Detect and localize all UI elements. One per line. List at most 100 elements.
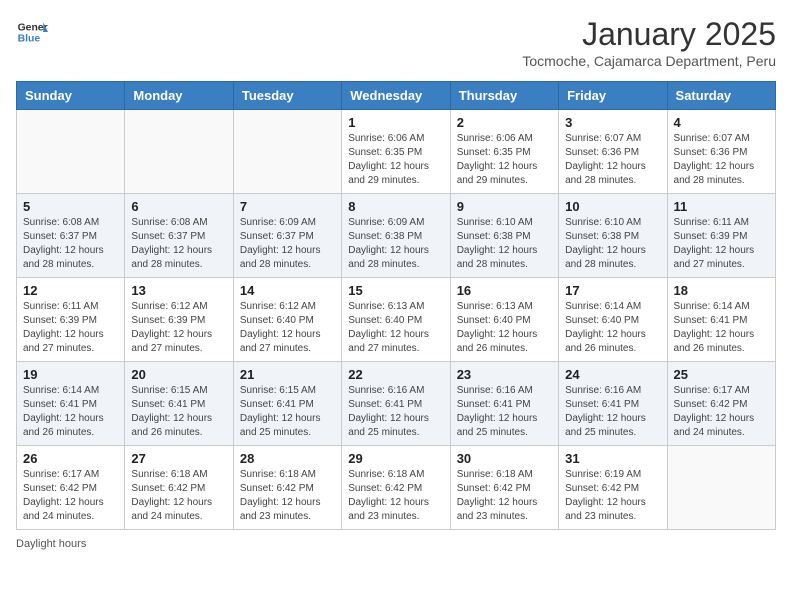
day-info: Sunrise: 6:14 AM Sunset: 6:41 PM Dayligh… — [674, 300, 769, 356]
calendar-cell: 9 Sunrise: 6:10 AM Sunset: 6:38 PM Daylig… — [450, 194, 558, 278]
day-info: Sunrise: 6:10 AM Sunset: 6:38 PM Dayligh… — [457, 216, 552, 272]
calendar-week-2: 5 Sunrise: 6:08 AM Sunset: 6:37 PM Daylig… — [17, 194, 776, 278]
calendar-cell — [125, 110, 233, 194]
day-info: Sunrise: 6:19 AM Sunset: 6:42 PM Dayligh… — [565, 468, 660, 524]
day-number: 11 — [674, 199, 769, 214]
calendar-cell: 14Sunrise: 6:12 AM Sunset: 6:40 PM Dayli… — [233, 278, 341, 362]
calendar-cell: 6 Sunrise: 6:08 AM Sunset: 6:37 PM Daylig… — [125, 194, 233, 278]
day-info: Sunrise: 6:11 AM Sunset: 6:39 PM Dayligh… — [674, 216, 769, 272]
day-info: Sunrise: 6:09 AM Sunset: 6:37 PM Dayligh… — [240, 216, 335, 272]
day-number: 24 — [565, 367, 660, 382]
calendar-cell: 5 Sunrise: 6:08 AM Sunset: 6:37 PM Daylig… — [17, 194, 125, 278]
day-info: Sunrise: 6:07 AM Sunset: 6:36 PM Dayligh… — [565, 132, 660, 188]
day-info: Sunrise: 6:11 AM Sunset: 6:39 PM Dayligh… — [23, 300, 118, 356]
svg-text:Blue: Blue — [18, 34, 41, 45]
weekday-sunday: Sunday — [17, 82, 125, 110]
day-info: Sunrise: 6:08 AM Sunset: 6:37 PM Dayligh… — [131, 216, 226, 272]
title-block: January 2025 Tocmoche, Cajamarca Departm… — [522, 16, 776, 69]
calendar-cell: 7 Sunrise: 6:09 AM Sunset: 6:37 PM Daylig… — [233, 194, 341, 278]
day-info: Sunrise: 6:12 AM Sunset: 6:40 PM Dayligh… — [240, 300, 335, 356]
page-header: General Blue January 2025 Tocmoche, Caja… — [16, 16, 776, 69]
daylight-label: Daylight hours — [16, 538, 86, 550]
day-number: 28 — [240, 451, 335, 466]
calendar-cell: 16 Sunrise: 6:13 AM Sunset: 6:40 PM Dayli… — [450, 278, 558, 362]
day-number: 8 — [348, 199, 443, 214]
day-number: 25 — [674, 367, 769, 382]
day-info: Sunrise: 6:06 AM Sunset: 6:35 PM Dayligh… — [457, 132, 552, 188]
calendar-cell: 2 Sunrise: 6:06 AM Sunset: 6:35 PM Daylig… — [450, 110, 558, 194]
calendar-cell: 18 Sunrise: 6:14 AM Sunset: 6:41 PM Dayli… — [667, 278, 775, 362]
day-number: 9 — [457, 199, 552, 214]
calendar-cell: 30Sunrise: 6:18 AM Sunset: 6:42 PM Dayli… — [450, 446, 558, 530]
calendar-cell: 12 Sunrise: 6:11 AM Sunset: 6:39 PM Dayli… — [17, 278, 125, 362]
day-number: 3 — [565, 115, 660, 130]
day-info: Sunrise: 6:13 AM Sunset: 6:40 PM Dayligh… — [348, 300, 443, 356]
day-info: Sunrise: 6:12 AM Sunset: 6:39 PM Dayligh… — [131, 300, 226, 356]
calendar-cell: 31Sunrise: 6:19 AM Sunset: 6:42 PM Dayli… — [559, 446, 667, 530]
day-info: Sunrise: 6:13 AM Sunset: 6:40 PM Dayligh… — [457, 300, 552, 356]
calendar-cell: 13 Sunrise: 6:12 AM Sunset: 6:39 PM Dayli… — [125, 278, 233, 362]
day-number: 12 — [23, 283, 118, 298]
day-info: Sunrise: 6:17 AM Sunset: 6:42 PM Dayligh… — [674, 384, 769, 440]
day-number: 2 — [457, 115, 552, 130]
calendar-table: SundayMondayTuesdayWednesdayThursdayFrid… — [16, 81, 776, 530]
calendar-week-4: 19Sunrise: 6:14 AM Sunset: 6:41 PM Dayli… — [17, 362, 776, 446]
day-number: 15 — [348, 283, 443, 298]
day-info: Sunrise: 6:17 AM Sunset: 6:42 PM Dayligh… — [23, 468, 118, 524]
weekday-saturday: Saturday — [667, 82, 775, 110]
day-number: 5 — [23, 199, 118, 214]
calendar-cell — [17, 110, 125, 194]
calendar-cell: 17Sunrise: 6:14 AM Sunset: 6:40 PM Dayli… — [559, 278, 667, 362]
weekday-monday: Monday — [125, 82, 233, 110]
day-number: 23 — [457, 367, 552, 382]
calendar-week-5: 26 Sunrise: 6:17 AM Sunset: 6:42 PM Dayli… — [17, 446, 776, 530]
weekday-header-row: SundayMondayTuesdayWednesdayThursdayFrid… — [17, 82, 776, 110]
day-number: 30 — [457, 451, 552, 466]
day-number: 27 — [131, 451, 226, 466]
month-title: January 2025 — [522, 16, 776, 53]
calendar-cell: 15 Sunrise: 6:13 AM Sunset: 6:40 PM Dayli… — [342, 278, 450, 362]
day-info: Sunrise: 6:15 AM Sunset: 6:41 PM Dayligh… — [131, 384, 226, 440]
day-number: 18 — [674, 283, 769, 298]
day-number: 10 — [565, 199, 660, 214]
day-number: 1 — [348, 115, 443, 130]
calendar-cell: 27Sunrise: 6:18 AM Sunset: 6:42 PM Dayli… — [125, 446, 233, 530]
logo-icon: General Blue — [16, 16, 48, 48]
calendar-week-1: 1 Sunrise: 6:06 AM Sunset: 6:35 PM Daylig… — [17, 110, 776, 194]
day-info: Sunrise: 6:18 AM Sunset: 6:42 PM Dayligh… — [348, 468, 443, 524]
calendar-cell: 8Sunrise: 6:09 AM Sunset: 6:38 PM Daylig… — [342, 194, 450, 278]
weekday-thursday: Thursday — [450, 82, 558, 110]
calendar-cell: 4Sunrise: 6:07 AM Sunset: 6:36 PM Daylig… — [667, 110, 775, 194]
calendar-cell: 23 Sunrise: 6:16 AM Sunset: 6:41 PM Dayli… — [450, 362, 558, 446]
calendar-cell: 10Sunrise: 6:10 AM Sunset: 6:38 PM Dayli… — [559, 194, 667, 278]
calendar-cell: 22 Sunrise: 6:16 AM Sunset: 6:41 PM Dayli… — [342, 362, 450, 446]
calendar-cell: 28 Sunrise: 6:18 AM Sunset: 6:42 PM Dayli… — [233, 446, 341, 530]
day-info: Sunrise: 6:14 AM Sunset: 6:41 PM Dayligh… — [23, 384, 118, 440]
day-info: Sunrise: 6:15 AM Sunset: 6:41 PM Dayligh… — [240, 384, 335, 440]
day-info: Sunrise: 6:16 AM Sunset: 6:41 PM Dayligh… — [348, 384, 443, 440]
calendar-cell: 25 Sunrise: 6:17 AM Sunset: 6:42 PM Dayli… — [667, 362, 775, 446]
day-number: 21 — [240, 367, 335, 382]
day-number: 7 — [240, 199, 335, 214]
day-info: Sunrise: 6:18 AM Sunset: 6:42 PM Dayligh… — [240, 468, 335, 524]
calendar-cell: 3 Sunrise: 6:07 AM Sunset: 6:36 PM Daylig… — [559, 110, 667, 194]
day-info: Sunrise: 6:06 AM Sunset: 6:35 PM Dayligh… — [348, 132, 443, 188]
day-info: Sunrise: 6:16 AM Sunset: 6:41 PM Dayligh… — [565, 384, 660, 440]
day-info: Sunrise: 6:16 AM Sunset: 6:41 PM Dayligh… — [457, 384, 552, 440]
day-number: 13 — [131, 283, 226, 298]
day-number: 17 — [565, 283, 660, 298]
calendar-cell — [233, 110, 341, 194]
footer-note: Daylight hours — [16, 538, 776, 550]
calendar-cell: 20Sunrise: 6:15 AM Sunset: 6:41 PM Dayli… — [125, 362, 233, 446]
logo: General Blue — [16, 16, 48, 48]
day-info: Sunrise: 6:08 AM Sunset: 6:37 PM Dayligh… — [23, 216, 118, 272]
calendar-cell: 11 Sunrise: 6:11 AM Sunset: 6:39 PM Dayli… — [667, 194, 775, 278]
calendar-cell: 24 Sunrise: 6:16 AM Sunset: 6:41 PM Dayli… — [559, 362, 667, 446]
day-number: 26 — [23, 451, 118, 466]
day-number: 22 — [348, 367, 443, 382]
calendar-cell: 1 Sunrise: 6:06 AM Sunset: 6:35 PM Daylig… — [342, 110, 450, 194]
calendar-cell: 19Sunrise: 6:14 AM Sunset: 6:41 PM Dayli… — [17, 362, 125, 446]
day-number: 16 — [457, 283, 552, 298]
calendar-cell — [667, 446, 775, 530]
day-number: 6 — [131, 199, 226, 214]
